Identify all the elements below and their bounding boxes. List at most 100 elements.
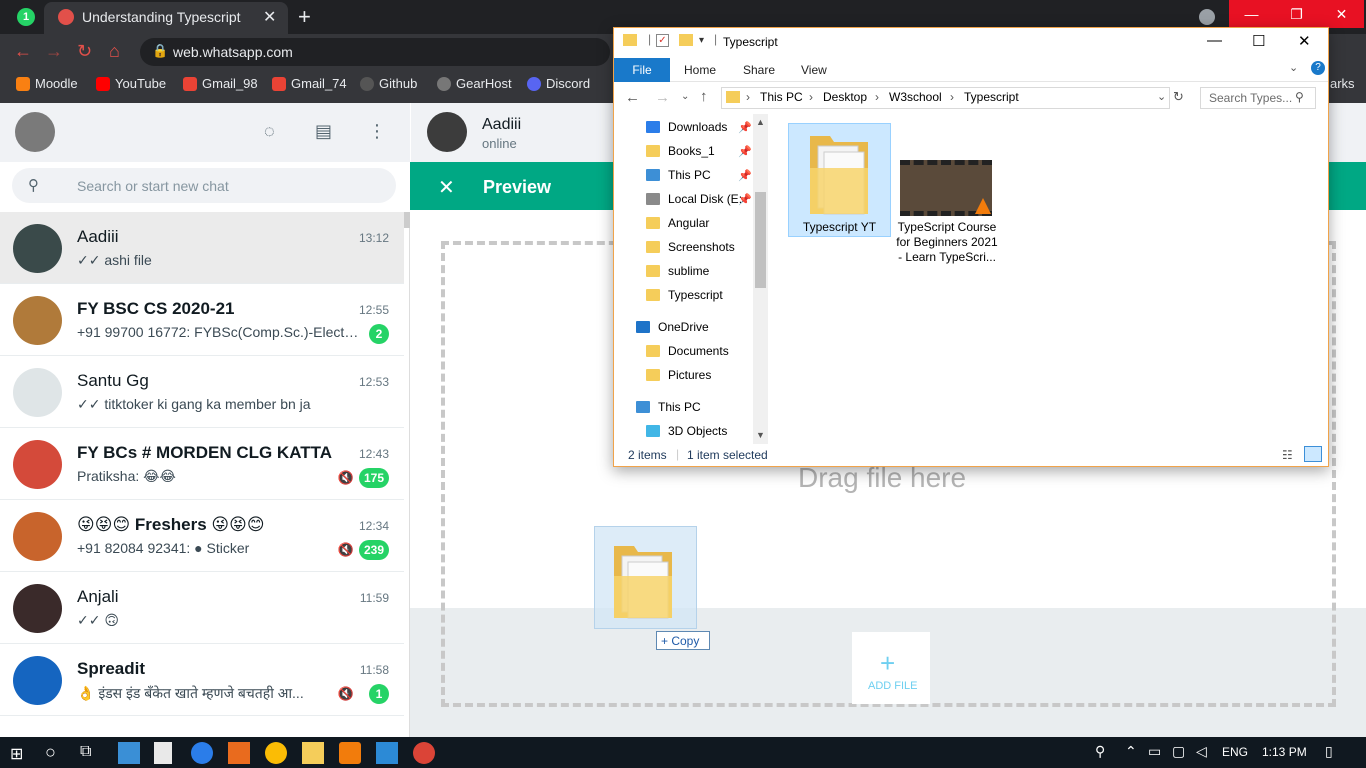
explorer-search-icon[interactable]: ⚲ [1295,90,1304,104]
chat-item[interactable]: FY BSC CS 2020-21 12:55 +91 99700 16772: F… [0,284,404,356]
chat-item[interactable]: FY BCs # MORDEN CLG KATTA 12:43 Pratiksha:… [0,428,404,500]
explorer-close-icon[interactable]: ✕ [1298,32,1311,50]
breadcrumb-typescript[interactable]: Typescript [964,90,1019,104]
battery-icon[interactable]: ▭ [1148,743,1161,760]
other-bookmarks[interactable]: arks [1330,76,1355,91]
home-icon[interactable]: ⌂ [109,41,120,62]
nav-item[interactable]: Angular [646,216,709,230]
chat-avatar[interactable] [13,224,62,273]
close-preview-icon[interactable]: ✕ [438,175,455,200]
notifications-icon[interactable]: ▯ [1325,743,1333,760]
search-icon[interactable]: ⚲ [28,176,39,194]
explorer-forward-icon[interactable]: → [655,89,670,106]
details-view-icon[interactable]: ☷ [1282,448,1293,462]
whatsapp-tab-icon[interactable]: 1 [17,8,35,26]
scroll-down-icon[interactable]: ▼ [756,430,765,440]
ribbon-tab-share[interactable]: Share [743,63,775,77]
back-icon[interactable]: ← [14,41,32,62]
chat-item[interactable]: Anjali 11:59 ✓✓ 🙃 [0,572,404,644]
explorer-minimize-icon[interactable]: — [1207,32,1222,49]
chat-item[interactable]: Spreadit 11:58 👌 इंडस इंड बँकेत खाते म्हणज… [0,644,404,716]
chrome-icon[interactable] [265,742,287,764]
clock[interactable]: 1:13 PM [1262,745,1307,759]
bookmark-gmail-98[interactable]: Gmail_98 [183,76,258,91]
status-icon[interactable]: ◌ [264,121,275,142]
nav-item[interactable]: Screenshots [646,240,735,254]
chat-item[interactable]: Aadiii 13:12 ✓✓ ashi file [0,212,404,284]
restore-icon[interactable]: ❐ [1274,0,1319,28]
properties-icon[interactable]: ✓ [656,34,669,47]
chat-avatar[interactable] [13,512,62,561]
nav-item[interactable]: Typescript [646,288,723,302]
nav-item[interactable]: sublime [646,264,709,278]
forward-icon[interactable]: → [45,41,63,62]
explorer-maximize-icon[interactable]: ☐ [1252,32,1265,50]
pin-icon[interactable]: 📌 [738,193,752,206]
chat-avatar[interactable] [13,368,62,417]
menu-icon[interactable]: ⋮ [368,121,386,142]
large-icons-view-icon[interactable] [1304,446,1322,462]
pin-icon[interactable]: 📌 [738,121,752,134]
language-indicator[interactable]: ENG [1222,745,1248,759]
pin-icon[interactable]: 📌 [738,169,752,182]
store-icon[interactable] [154,742,172,764]
reload-icon[interactable]: ↻ [77,41,92,62]
sublime-icon[interactable] [228,742,250,764]
breadcrumb-this-pc[interactable]: This PC [760,90,803,104]
bookmark-youtube[interactable]: YouTube [96,76,166,91]
chat-item[interactable]: 😜😝😊 Freshers 😜😝😊 12:34 +91 82084 92341: ● … [0,500,404,572]
contact-avatar[interactable] [427,112,467,152]
people-icon[interactable]: ⚲ [1095,743,1105,760]
ribbon-tab-view[interactable]: View [801,63,827,77]
file-explorer-icon[interactable] [302,742,324,764]
tab-close-icon[interactable]: ✕ [263,7,276,27]
mail-icon[interactable] [118,742,140,764]
recent-locations-icon[interactable]: ⌄ [681,91,689,102]
nav-item[interactable]: Pictures [646,368,711,382]
volume-muted-icon[interactable]: ◁ [1196,743,1207,760]
ribbon-tab-home[interactable]: Home [684,63,716,77]
ribbon-tab-file[interactable]: File [614,58,670,82]
edge-icon[interactable] [191,742,213,764]
close-window-icon[interactable]: ✕ [1319,0,1364,28]
bookmark-gearhost[interactable]: GearHost [437,76,512,91]
lock-icon[interactable]: 🔒 [152,43,168,59]
chat-avatar[interactable] [13,584,62,633]
breadcrumb-desktop[interactable]: Desktop [823,90,867,104]
nav-item[interactable]: 3D Objects [646,424,727,438]
nav-item[interactable]: This PC [636,400,701,414]
breadcrumb-w3school[interactable]: W3school [889,90,942,104]
vscode-icon[interactable] [376,742,398,764]
my-avatar[interactable] [15,112,55,152]
help-icon[interactable]: ? [1311,61,1325,75]
bookmark-discord[interactable]: Discord [527,76,590,91]
explorer-back-icon[interactable]: ← [625,89,640,106]
contact-name[interactable]: Aadiii [482,116,521,134]
nav-item[interactable]: This PC [646,168,711,182]
nav-scroll-thumb[interactable] [755,192,766,288]
show-hidden-icons[interactable]: ⌃ [1125,743,1137,760]
tab-search-icon[interactable] [1199,9,1215,25]
chat-item[interactable]: Santu Gg 12:53 ✓✓ titktoker ki gang ka mem… [0,356,404,428]
network-icon[interactable]: ▢ [1172,743,1185,760]
bookmark-gmail-74[interactable]: Gmail_74 [272,76,347,91]
new-tab-icon[interactable]: + [298,4,311,30]
refresh-icon[interactable]: ↻ [1173,89,1184,105]
bookmark-moodle[interactable]: Moodle [16,76,78,91]
cortana-icon[interactable]: ○ [45,742,56,763]
new-chat-icon[interactable]: ▤ [315,121,332,142]
nav-item[interactable]: OneDrive [636,320,709,334]
quick-access-dropdown-icon[interactable]: ▾ [699,35,704,46]
chat-avatar[interactable] [13,440,62,489]
chrome-alt-icon[interactable] [413,742,435,764]
bookmark-github[interactable]: Github [360,76,417,91]
chat-avatar[interactable] [13,656,62,705]
pin-icon[interactable]: 📌 [738,145,752,158]
nav-item[interactable]: Books_1 [646,144,715,158]
vlc-taskbar-icon[interactable] [339,742,361,764]
up-icon[interactable]: ↑ [700,88,708,105]
expand-ribbon-icon[interactable]: ⌄ [1289,61,1298,74]
minimize-icon[interactable]: — [1229,0,1274,28]
chat-avatar[interactable] [13,296,62,345]
task-view-icon[interactable]: ⧉ [80,743,91,761]
